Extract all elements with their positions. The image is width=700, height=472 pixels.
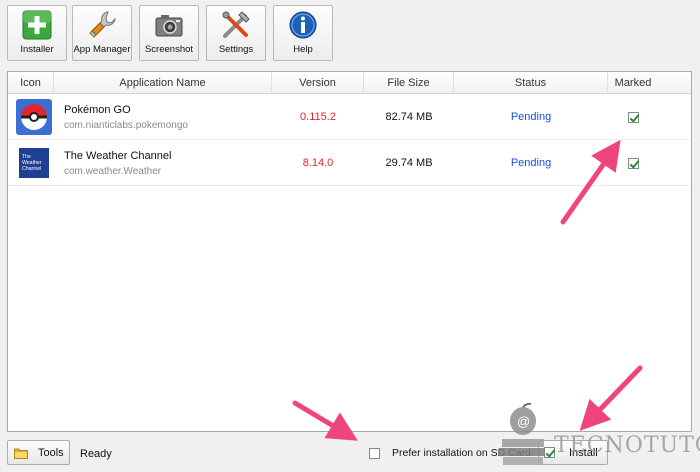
camera-icon: [155, 15, 183, 37]
wrench-icon: [89, 11, 116, 38]
svg-text:@: @: [517, 414, 530, 429]
status-text: Ready: [80, 448, 112, 460]
apple-books-logo-icon: @: [499, 402, 545, 465]
marked-checkbox[interactable]: [627, 157, 639, 169]
app-file-size: 82.74 MB: [385, 111, 433, 123]
column-header-status[interactable]: Status: [454, 72, 608, 94]
screenshot-label: Screenshot: [144, 44, 194, 55]
column-header-version[interactable]: Version: [272, 72, 364, 94]
watermark: @ TECNOTUTO: [492, 402, 700, 469]
sd-card-checkbox[interactable]: [369, 448, 380, 459]
column-header-name[interactable]: Application Name: [54, 72, 272, 94]
app-package: com.nianticlabs.pokemongo: [64, 120, 188, 131]
pokeball-icon: [16, 99, 52, 135]
watermark-text: TECNOTUTO: [554, 433, 700, 458]
app-status: Pending: [510, 111, 552, 123]
installer-label: Installer: [20, 44, 54, 55]
tools-button[interactable]: Tools: [7, 440, 70, 465]
settings-button[interactable]: Settings: [206, 5, 266, 61]
marked-cell: [608, 94, 658, 140]
app-status: Pending: [510, 157, 552, 169]
app-version: 0.115.2: [300, 111, 336, 123]
installer-button[interactable]: Installer: [7, 5, 67, 61]
table-row[interactable]: The Weather Channel The Weather Channel …: [8, 140, 691, 186]
weather-channel-icon: The Weather Channel: [19, 148, 49, 178]
column-header-marked[interactable]: Marked: [608, 72, 658, 94]
help-button[interactable]: Help: [273, 5, 333, 61]
application-table: Icon Application Name Version File Size …: [7, 71, 692, 432]
app-name: The Weather Channel: [64, 150, 172, 162]
table-header: Icon Application Name Version File Size …: [8, 72, 691, 94]
table-row[interactable]: Pokémon GO com.nianticlabs.pokemongo 0.1…: [8, 94, 691, 140]
app-manager-label: App Manager: [73, 44, 131, 55]
app-name: Pokémon GO: [64, 104, 131, 116]
app-file-size: 29.74 MB: [385, 157, 433, 169]
column-header-filesize[interactable]: File Size: [364, 72, 454, 94]
app-icon-cell: The Weather Channel: [14, 140, 54, 186]
toolbar: Installer App Manager Screenshot Setting…: [0, 0, 700, 68]
column-header-icon[interactable]: Icon: [8, 72, 54, 94]
weather-icon-text-3: Channel: [22, 166, 41, 172]
screenshot-button[interactable]: Screenshot: [139, 5, 199, 61]
app-package: com.weather.Weather: [64, 166, 162, 177]
tools-icon: [222, 11, 250, 38]
app-manager-button[interactable]: App Manager: [72, 5, 132, 61]
info-icon: [289, 11, 317, 39]
tools-label: Tools: [38, 446, 64, 459]
app-version: 8.14.0: [302, 157, 334, 169]
settings-label: Settings: [218, 44, 254, 55]
folder-icon: [14, 448, 28, 459]
marked-checkbox[interactable]: [627, 111, 639, 123]
help-label: Help: [293, 44, 313, 55]
plus-icon: [22, 10, 52, 40]
marked-cell: [608, 140, 658, 186]
app-icon-cell: [14, 94, 54, 140]
